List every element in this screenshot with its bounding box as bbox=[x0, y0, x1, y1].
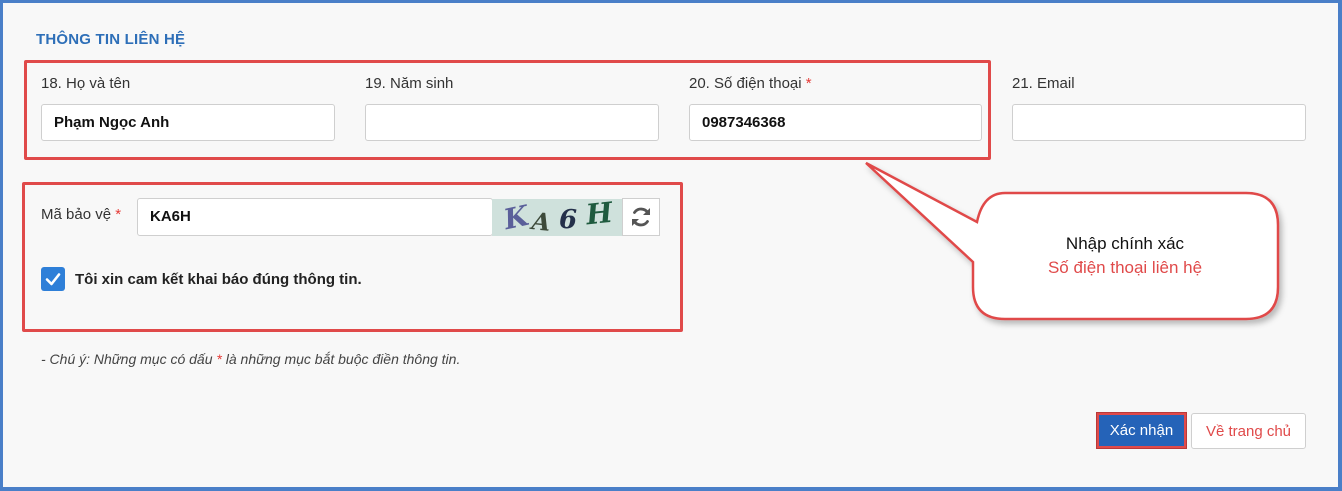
callout-text-line1: Nhập chính xác bbox=[1065, 234, 1185, 253]
callout-text-line2: Số điện thoại liên hệ bbox=[1047, 258, 1203, 277]
